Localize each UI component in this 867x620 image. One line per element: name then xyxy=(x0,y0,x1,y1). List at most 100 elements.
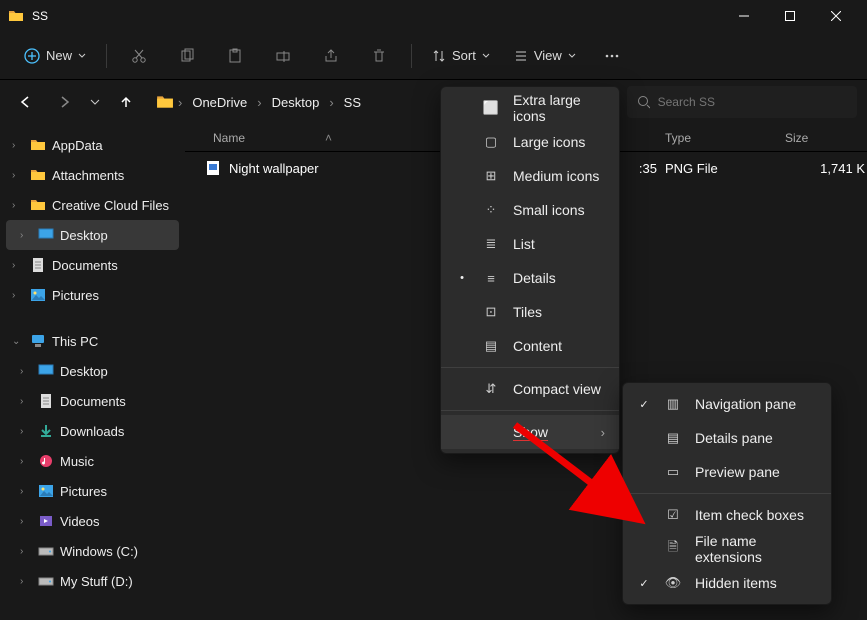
sort-button[interactable]: Sort xyxy=(422,42,500,69)
sidebar-item[interactable]: ›Desktop xyxy=(6,220,179,250)
chevron-right-icon: › xyxy=(12,260,24,271)
chevron-right-icon: › xyxy=(20,456,32,467)
sidebar-item[interactable]: ›Pictures xyxy=(0,476,185,506)
sidebar-item[interactable]: › Videos xyxy=(0,506,185,536)
chevron-right-icon: › xyxy=(20,576,32,587)
chevron-right-icon: › xyxy=(12,200,24,211)
sidebar-item[interactable]: ›Pictures xyxy=(0,280,185,310)
delete-button[interactable] xyxy=(357,38,401,74)
share-button[interactable] xyxy=(309,38,353,74)
menu-label: Content xyxy=(513,338,605,354)
chevron-right-icon: › xyxy=(329,95,333,110)
breadcrumb-item[interactable]: Desktop xyxy=(266,91,326,114)
menu-item[interactable]: ▤Content xyxy=(441,329,619,363)
menu-item[interactable]: ✓▥Navigation pane xyxy=(623,387,831,421)
menu-label: Show xyxy=(513,424,587,440)
minimize-button[interactable] xyxy=(721,0,767,32)
sidebar-label: Desktop xyxy=(60,228,108,243)
option-icon: 👁 xyxy=(665,575,681,591)
clipboard-icon xyxy=(227,48,243,64)
maximize-button[interactable] xyxy=(767,0,813,32)
folder-icon xyxy=(30,167,46,183)
breadcrumb-item[interactable]: SS xyxy=(338,91,367,114)
sidebar-label: My Stuff (D:) xyxy=(60,574,133,589)
menu-item-show[interactable]: Show › xyxy=(441,415,619,449)
sidebar-item[interactable]: ›Downloads xyxy=(0,416,185,446)
view-button[interactable]: View xyxy=(504,42,586,69)
col-size[interactable]: Size xyxy=(785,131,808,145)
sort-icon xyxy=(432,49,446,63)
chevron-right-icon: › xyxy=(601,425,605,440)
rename-button[interactable] xyxy=(261,38,305,74)
chevron-down-icon xyxy=(90,97,100,107)
sidebar-label: Videos xyxy=(60,514,100,529)
chevron-down-icon: ⌄ xyxy=(12,336,24,347)
sidebar-item[interactable]: › Documents xyxy=(0,250,185,280)
sidebar-item[interactable]: ›Creative Cloud Files xyxy=(0,190,185,220)
menu-item[interactable]: ⊞Medium icons xyxy=(441,159,619,193)
arrow-up-icon xyxy=(119,95,133,109)
folder-icon xyxy=(8,8,24,24)
menu-item[interactable]: ⊡Tiles xyxy=(441,295,619,329)
navrow: › OneDrive › Desktop › SS xyxy=(0,80,867,124)
up-button[interactable] xyxy=(110,86,142,118)
sidebar-item[interactable]: ›Desktop xyxy=(0,356,185,386)
bullet-icon: • xyxy=(455,272,469,284)
video-icon xyxy=(38,513,54,529)
copy-button[interactable] xyxy=(165,38,209,74)
menu-item[interactable]: ☑Item check boxes xyxy=(623,498,831,532)
sidebar-item[interactable]: ›Documents xyxy=(0,386,185,416)
rename-icon xyxy=(275,48,291,64)
menu-label: Tiles xyxy=(513,304,605,320)
menu-label: Small icons xyxy=(513,202,605,218)
menu-label: Details xyxy=(513,270,605,286)
sidebar-item[interactable]: ›Music xyxy=(0,446,185,476)
menu-item[interactable]: ⬜Extra large icons xyxy=(441,91,619,125)
view-type-icon: ▢ xyxy=(483,134,499,150)
menu-item[interactable]: ▤Details pane xyxy=(623,421,831,455)
chevron-right-icon: › xyxy=(20,366,32,377)
sidebar-item[interactable]: › My Stuff (D:) xyxy=(0,566,185,596)
search-box[interactable] xyxy=(627,86,857,118)
ellipsis-icon xyxy=(604,48,620,64)
close-button[interactable] xyxy=(813,0,859,32)
menu-item[interactable]: •≡Details xyxy=(441,261,619,295)
view-icon xyxy=(514,49,528,63)
sidebar-item[interactable]: ›Attachments xyxy=(0,160,185,190)
paste-button[interactable] xyxy=(213,38,257,74)
more-button[interactable] xyxy=(590,38,634,74)
new-button[interactable]: New xyxy=(14,42,96,70)
menu-item[interactable]: ✓👁Hidden items xyxy=(623,566,831,600)
file-name: Night wallpaper xyxy=(229,161,319,176)
sidebar-item-thispc[interactable]: ⌄ This PC xyxy=(0,326,185,356)
cut-button[interactable] xyxy=(117,38,161,74)
menu-item[interactable]: ▭Preview pane xyxy=(623,455,831,489)
sidebar-label: This PC xyxy=(52,334,98,349)
chevron-right-icon: › xyxy=(20,516,32,527)
sidebar-label: Documents xyxy=(60,394,126,409)
menu-label: Medium icons xyxy=(513,168,605,184)
back-button[interactable] xyxy=(10,86,42,118)
menu-label: Item check boxes xyxy=(695,507,817,523)
menu-item[interactable]: ⁘Small icons xyxy=(441,193,619,227)
forward-button[interactable] xyxy=(48,86,80,118)
menu-item[interactable]: 🗎File name extensions xyxy=(623,532,831,566)
col-type[interactable]: Type xyxy=(665,131,691,145)
chevron-down-icon xyxy=(78,52,86,60)
view-label: View xyxy=(534,48,562,63)
recent-button[interactable] xyxy=(86,86,104,118)
sidebar-item[interactable]: ›Windows (C:) xyxy=(0,536,185,566)
menu-item[interactable]: ▢Large icons xyxy=(441,125,619,159)
desktop-icon xyxy=(38,363,54,379)
col-name[interactable]: Name xyxy=(213,131,245,145)
menu-item[interactable]: ≣List xyxy=(441,227,619,261)
sidebar-label: Documents xyxy=(52,258,118,273)
check-icon: ✓ xyxy=(637,398,651,411)
sidebar-item[interactable]: ›AppData xyxy=(0,130,185,160)
search-input[interactable] xyxy=(658,95,847,109)
sidebar: ›AppData›Attachments›Creative Cloud File… xyxy=(0,124,185,620)
show-submenu: ✓▥Navigation pane▤Details pane▭Preview p… xyxy=(622,382,832,605)
menu-item-compact[interactable]: ⇵Compact view xyxy=(441,372,619,406)
window-title: SS xyxy=(32,9,48,23)
breadcrumb-item[interactable]: OneDrive xyxy=(186,91,253,114)
